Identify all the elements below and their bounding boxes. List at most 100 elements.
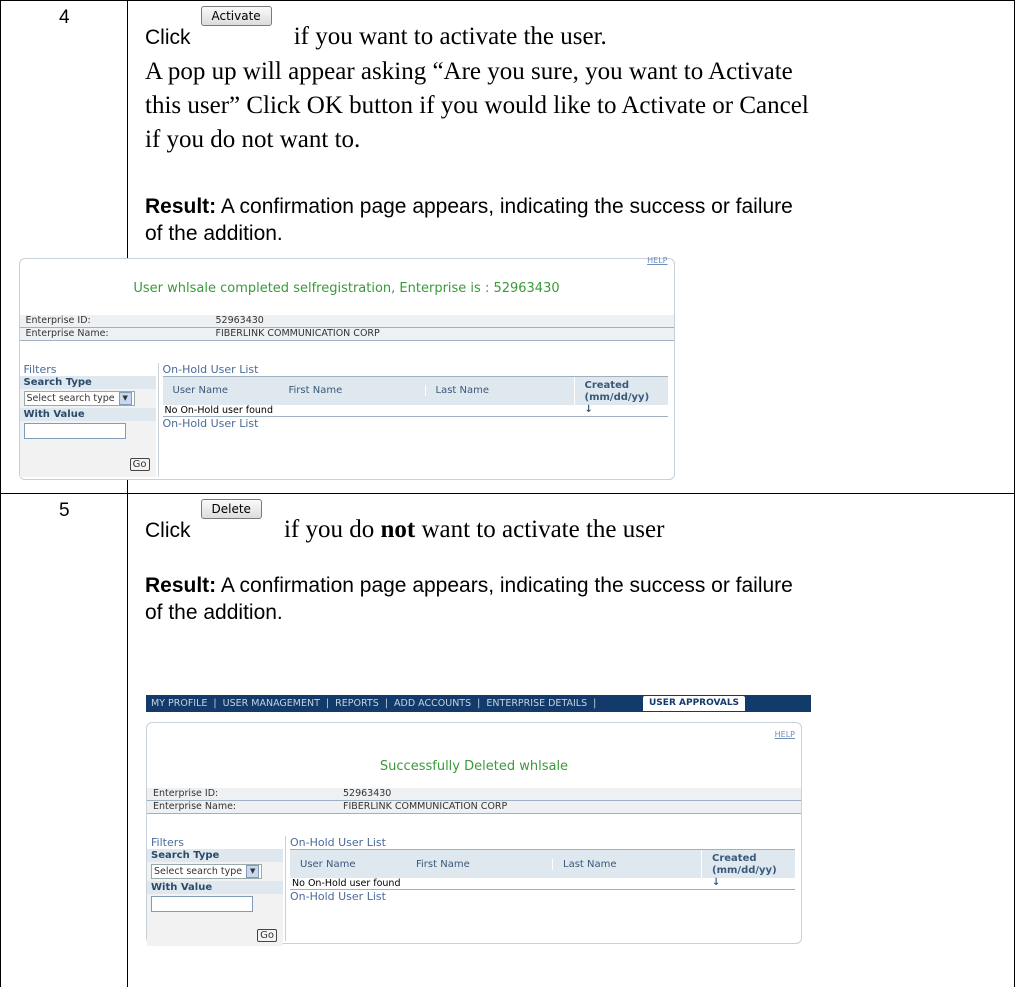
- search-type-select[interactable]: Select search type ▼: [23, 390, 135, 406]
- divider: [157, 362, 159, 477]
- label: Enterprise ID:: [25, 314, 91, 326]
- line-text: want to activate the user: [415, 516, 665, 543]
- list-title: On-Hold User List: [290, 836, 795, 850]
- col-created[interactable]: Created (mm/dd/yy) ↓: [701, 850, 795, 888]
- col-user-name[interactable]: User Name: [290, 859, 406, 870]
- select-value: Select search type: [26, 392, 115, 404]
- line-text: if you want to activate the user.: [293, 23, 607, 50]
- approval-panel: HELP Successfully Deleted whlsale Enterp…: [146, 722, 802, 946]
- value: 52963430: [215, 314, 264, 326]
- label: Enterprise Name:: [25, 327, 109, 339]
- result-label: Result:: [145, 195, 217, 218]
- result-label: Result:: [145, 574, 217, 597]
- with-value-box: Go: [19, 420, 156, 477]
- col-created-label: Created (mm/dd/yy): [712, 853, 777, 876]
- value: 52963430: [343, 788, 392, 799]
- chevron-down-icon: ▼: [246, 865, 260, 878]
- filters-title: Filters: [151, 836, 184, 849]
- enterprise-name-row: Enterprise Name: FIBERLINK COMMUNICATION …: [147, 801, 801, 814]
- col-last-name[interactable]: Last Name: [552, 858, 701, 870]
- step-number: 5: [59, 500, 70, 521]
- onhold-list: On-Hold User List User Name First Name L…: [162, 363, 668, 430]
- list-title: On-Hold User List: [162, 363, 668, 377]
- click-word: Click: [145, 519, 191, 542]
- click-word: Click: [145, 26, 191, 49]
- help-link[interactable]: HELP: [775, 730, 795, 739]
- status-message: Successfully Deleted whlsale: [379, 759, 569, 774]
- enterprise-id-row: Enterprise ID: 52963430: [19, 314, 674, 328]
- search-type-select[interactable]: Select search type ▼: [151, 864, 263, 879]
- nav-item[interactable]: ADD ACCOUNTS: [394, 698, 471, 709]
- col-last-name[interactable]: Last Name: [424, 385, 574, 396]
- nav-item[interactable]: USER MANAGEMENT: [223, 698, 320, 709]
- col-created[interactable]: Created (mm/dd/yy) ↓: [573, 376, 668, 415]
- arrow-down-icon: ↓: [712, 877, 721, 888]
- result-line-2: of the addition.: [145, 601, 283, 624]
- value: FIBERLINK COMMUNICATION CORP: [343, 801, 508, 812]
- para-line: A pop up will appear asking “Are you sur…: [145, 58, 793, 85]
- list-footer: On-Hold User List: [162, 416, 259, 430]
- approval-panel: HELP User whlsale completed selfregistra…: [18, 256, 675, 480]
- list-header: User Name First Name Last Name Created (…: [162, 376, 668, 415]
- label: Enterprise ID:: [153, 788, 219, 799]
- nav-item[interactable]: REPORTS: [335, 698, 379, 709]
- nav-item-active[interactable]: USER APPROVALS: [643, 696, 746, 711]
- enterprise-name-row: Enterprise Name: FIBERLINK COMMUNICATION …: [19, 327, 674, 341]
- nav-item[interactable]: MY PROFILE: [151, 698, 207, 709]
- result-text: A confirmation page appears, indicating …: [216, 195, 793, 218]
- line-text: if you do: [283, 516, 381, 543]
- with-value-label: With Value: [19, 407, 156, 421]
- para-line: this user” Click OK button if you would …: [145, 92, 809, 119]
- activate-button[interactable]: Activate: [200, 6, 272, 26]
- line-bold: not: [380, 516, 416, 543]
- result-line: Result: A confirmation page appears, ind…: [145, 193, 1014, 220]
- with-value-box: Go: [147, 894, 283, 946]
- step-content-cell: Click Delete if you do not want to activat…: [127, 493, 1015, 987]
- value: FIBERLINK COMMUNICATION CORP: [215, 327, 380, 339]
- status-message: User whlsale completed selfregistration,…: [133, 280, 560, 296]
- search-type-box: Select search type ▼: [19, 388, 156, 408]
- chevron-down-icon: ▼: [118, 391, 132, 405]
- search-type-box: Select search type ▼: [147, 862, 283, 881]
- go-button[interactable]: Go: [129, 457, 150, 471]
- filters-title: Filters: [23, 362, 57, 376]
- step-line-1: Click Activate if you want to activate the…: [145, 6, 1014, 55]
- go-button[interactable]: Go: [257, 929, 277, 942]
- nav-item[interactable]: ENTERPRISE DETAILS: [486, 698, 587, 709]
- result-line-2: of the addition.: [145, 222, 283, 245]
- label: Enterprise Name:: [153, 801, 237, 812]
- search-type-label: Search Type: [19, 375, 156, 389]
- divider: [285, 836, 286, 941]
- step-row-4: 4 Click Activate if you want to activate t…: [0, 0, 1015, 494]
- step-number-cell: 5: [0, 493, 128, 987]
- col-user-name[interactable]: User Name: [163, 385, 279, 396]
- step-row-5: 5 Click Delete if you do not want to activ…: [0, 493, 1015, 987]
- screenshot-activate: HELP User whlsale completed selfregistra…: [18, 256, 675, 480]
- select-value: Select search type: [154, 866, 243, 877]
- enterprise-id-row: Enterprise ID: 52963430: [147, 788, 801, 801]
- step-number: 4: [59, 7, 70, 28]
- arrow-down-icon: ↓: [584, 403, 593, 415]
- with-value-input[interactable]: [23, 422, 126, 439]
- para-line: if you do not want to.: [145, 126, 361, 153]
- list-footer: On-Hold User List: [290, 890, 386, 903]
- col-created-label: Created (mm/dd/yy): [584, 379, 650, 403]
- step-line-1: Click Delete if you do not want to activat…: [145, 499, 1014, 548]
- step-content-cell: Click Activate if you want to activate the…: [18, 0, 1015, 494]
- help-link[interactable]: HELP: [647, 256, 667, 265]
- col-first-name[interactable]: First Name: [279, 385, 425, 396]
- filters-panel: Filters Search Type Select search type ▼ …: [147, 836, 283, 946]
- list-header: User Name First Name Last Name Created (…: [290, 850, 795, 888]
- search-type-label: Search Type: [147, 849, 283, 862]
- with-value-label: With Value: [147, 881, 283, 894]
- screenshot-delete: MY PROFILE | USER MANAGEMENT | REPORTS |…: [146, 695, 811, 946]
- delete-button[interactable]: Delete: [200, 499, 262, 519]
- instruction-table: 4 Click Activate if you want to activate t…: [0, 0, 1015, 987]
- col-first-name[interactable]: First Name: [406, 859, 552, 870]
- filters-panel: Filters Search Type Select search type ▼ …: [19, 362, 156, 477]
- onhold-list: On-Hold User List User Name First Name L…: [290, 836, 795, 903]
- result-line: Result: A confirmation page appears, ind…: [145, 572, 1014, 599]
- top-nav: MY PROFILE | USER MANAGEMENT | REPORTS |…: [146, 695, 811, 712]
- with-value-input[interactable]: [151, 896, 253, 912]
- result-text: A confirmation page appears, indicating …: [216, 574, 793, 597]
